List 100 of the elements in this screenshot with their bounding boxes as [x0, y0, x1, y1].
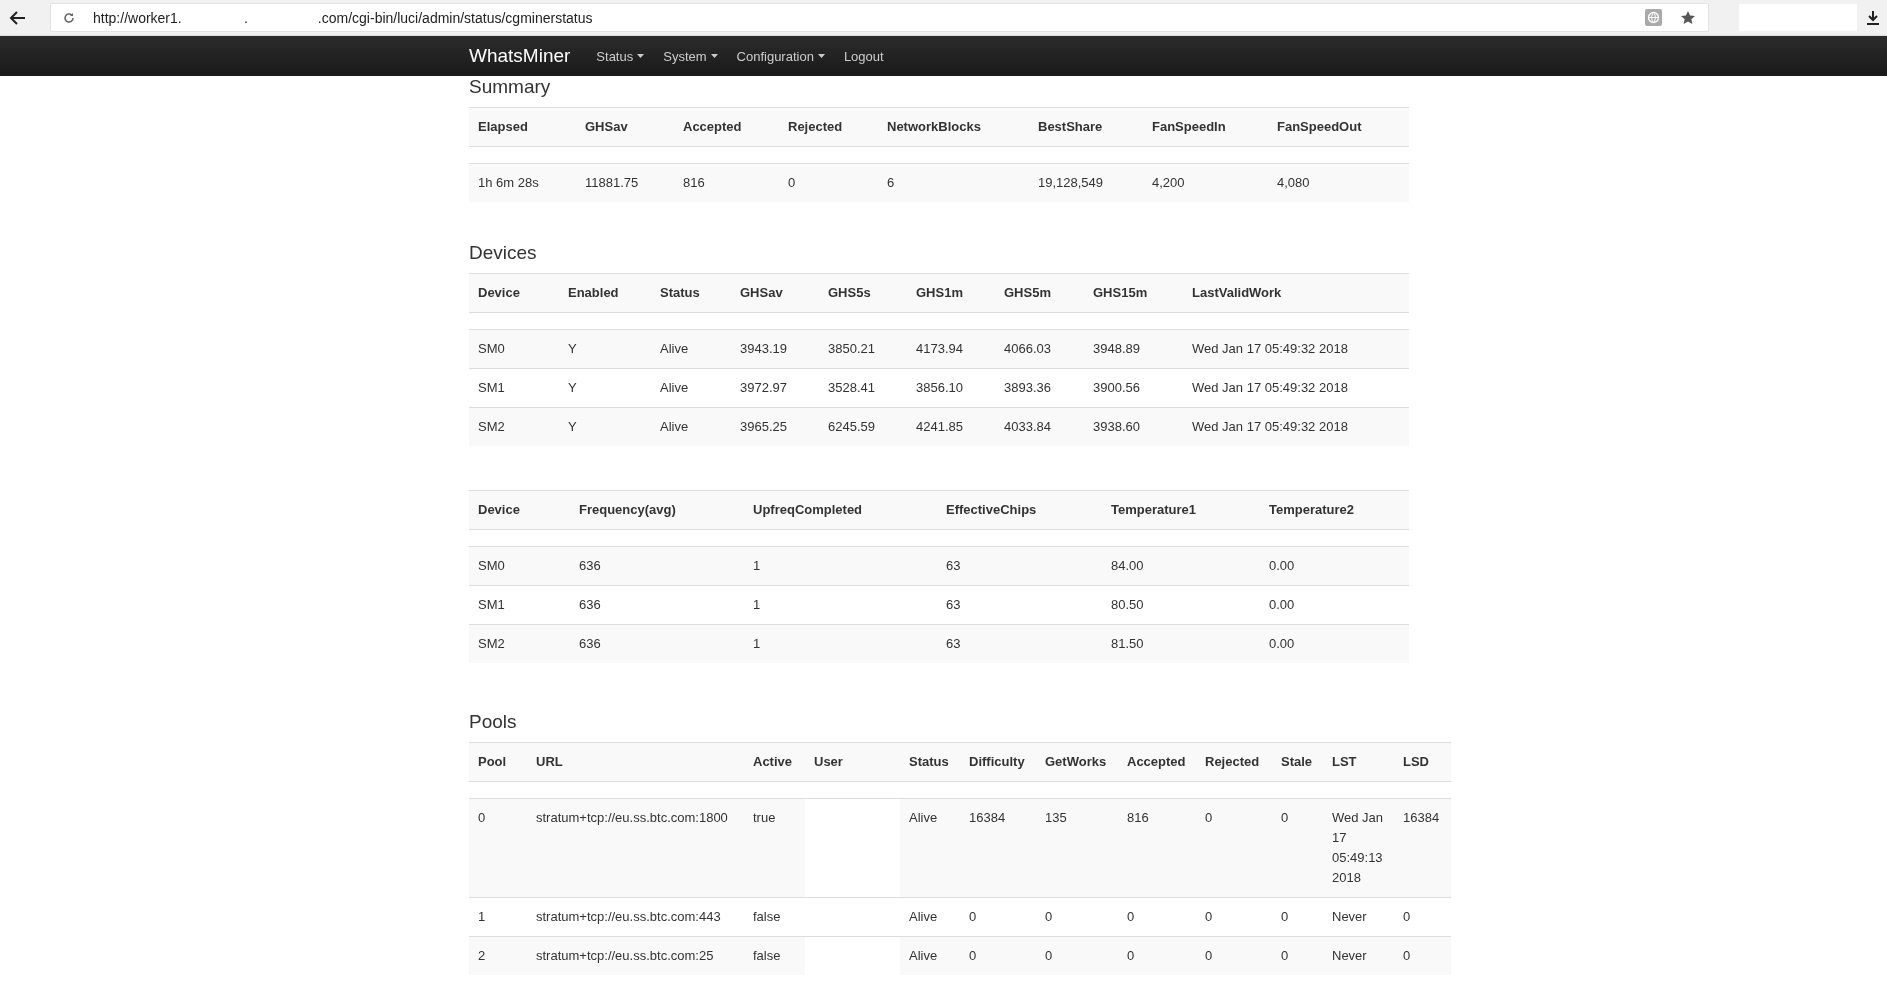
- menu-dropdown[interactable]: Status: [596, 48, 645, 64]
- column-header: GHS15m: [1084, 273, 1183, 313]
- table-cell: 84.00: [1102, 546, 1260, 586]
- column-header: Elapsed: [469, 107, 576, 147]
- table-cell: 3850.21: [819, 329, 907, 369]
- column-header: Device: [469, 273, 559, 313]
- table-cell: stratum+tcp://eu.ss.btc.com:25: [527, 936, 744, 975]
- column-header: LSD: [1394, 742, 1451, 782]
- table-cell: 0.00: [1260, 546, 1409, 586]
- table-cell: 0: [1272, 936, 1323, 975]
- table-cell: 816: [674, 163, 779, 202]
- column-header: Temperature1: [1102, 490, 1260, 530]
- column-header: Enabled: [559, 273, 651, 313]
- table-cell: 63: [937, 546, 1102, 586]
- table-cell: 0: [1036, 936, 1118, 975]
- table-cell: 636: [570, 624, 744, 663]
- column-header: Rejected: [1196, 742, 1272, 782]
- table-cell: 0: [1272, 798, 1323, 898]
- column-header: NetworkBlocks: [878, 107, 1029, 147]
- table-cell: Wed Jan 17 05:49:32 2018: [1183, 329, 1409, 369]
- table-cell: SM2: [469, 407, 559, 446]
- column-header: GetWorks: [1036, 742, 1118, 782]
- caret-icon: [817, 54, 825, 58]
- brand-link[interactable]: WhatsMiner: [469, 45, 571, 67]
- column-header: Status: [651, 273, 731, 313]
- table-cell: Y: [559, 407, 651, 446]
- column-header: GHSav: [731, 273, 819, 313]
- column-header: LST: [1323, 742, 1394, 782]
- table-cell: 0: [1394, 936, 1451, 975]
- table-cell: 816: [1118, 798, 1196, 898]
- table-cell: 135: [1036, 798, 1118, 898]
- column-header: Temperature2: [1260, 490, 1409, 530]
- table-cell: 16384: [1394, 798, 1451, 898]
- caret-icon: [710, 54, 718, 58]
- column-header: BestShare: [1029, 107, 1143, 147]
- column-header: Accepted: [674, 107, 779, 147]
- table-cell: 0: [960, 936, 1036, 975]
- section-title: Devices: [469, 242, 538, 264]
- table-cell: false: [744, 936, 805, 975]
- table-cell: 6: [878, 163, 1029, 202]
- table-cell: 1h 6m 28s: [469, 163, 576, 202]
- table-cell: 0: [1196, 798, 1272, 898]
- table-cell: 3965.25: [731, 407, 819, 446]
- table-cell: Wed Jan 17 05:49:32 2018: [1183, 407, 1409, 446]
- table-cell: 0: [1196, 936, 1272, 975]
- column-header: LastValidWork: [1183, 273, 1409, 313]
- table-cell: Y: [559, 329, 651, 369]
- table-cell: 0: [469, 798, 527, 898]
- table-cell: 81.50: [1102, 624, 1260, 663]
- section-title: Pools: [469, 711, 518, 733]
- table-cell: 4241.85: [907, 407, 995, 446]
- table-cell: 63: [937, 624, 1102, 663]
- table-cell: 4,080: [1268, 163, 1409, 202]
- column-header: GHS1m: [907, 273, 995, 313]
- column-header: Rejected: [779, 107, 878, 147]
- table-cell: Alive: [651, 329, 731, 369]
- column-header: Frequency(avg): [570, 490, 744, 530]
- table-cell: 0: [1118, 936, 1196, 975]
- caret-icon: [637, 54, 645, 58]
- back-arrow-icon[interactable]: [8, 9, 26, 26]
- column-header: Device: [469, 490, 570, 530]
- table-cell: 0: [779, 163, 878, 202]
- table-cell: SM0: [469, 329, 559, 369]
- column-header: Active: [744, 742, 805, 782]
- table-cell: SM0: [469, 546, 570, 586]
- column-header: Accepted: [1118, 742, 1196, 782]
- column-header: Difficulty: [960, 742, 1036, 782]
- table-cell: 636: [570, 546, 744, 586]
- url-text: http://worker1. . .com/cgi-bin/luci/admin/status/cgminerstatus: [93, 9, 594, 26]
- menu-dropdown[interactable]: System: [663, 48, 718, 64]
- column-header: URL: [527, 742, 744, 782]
- column-header: Stale: [1272, 742, 1323, 782]
- table-cell: Alive: [900, 936, 960, 975]
- section-title: Summary: [469, 76, 552, 98]
- table-cell: 4066.03: [995, 329, 1084, 369]
- table-cell: 3943.19: [731, 329, 819, 369]
- column-header: Pool: [469, 742, 527, 782]
- table-cell: 4033.84: [995, 407, 1084, 446]
- table-cell: stratum+tcp://eu.ss.btc.com:1800: [527, 798, 744, 898]
- star-icon[interactable]: [1680, 9, 1696, 26]
- address-bar[interactable]: http://worker1. . .com/cgi-bin/luci/admin/status/cgminerstatus: [50, 3, 1709, 32]
- column-header: FanSpeedOut: [1268, 107, 1409, 147]
- table-cell: 4173.94: [907, 329, 995, 369]
- table-cell: 19,128,549: [1029, 163, 1143, 202]
- column-header: UpfreqCompleted: [744, 490, 937, 530]
- download-icon[interactable]: [1867, 10, 1879, 25]
- table-cell: 6245.59: [819, 407, 907, 446]
- table-cell: 2: [469, 936, 527, 975]
- column-header: GHSav: [576, 107, 674, 147]
- reload-icon[interactable]: [63, 11, 75, 24]
- table-cell: SM2: [469, 624, 570, 663]
- table-cell: 1: [744, 546, 937, 586]
- table-cell: 3938.60: [1084, 407, 1183, 446]
- column-header: FanSpeedIn: [1143, 107, 1268, 147]
- menu-dropdown[interactable]: Configuration: [736, 48, 825, 64]
- table-cell: 16384: [960, 798, 1036, 898]
- table-cell: Alive: [651, 407, 731, 446]
- table-cell: 4,200: [1143, 163, 1268, 202]
- menu-link[interactable]: Logout: [843, 48, 884, 64]
- column-header: GHS5m: [995, 273, 1084, 313]
